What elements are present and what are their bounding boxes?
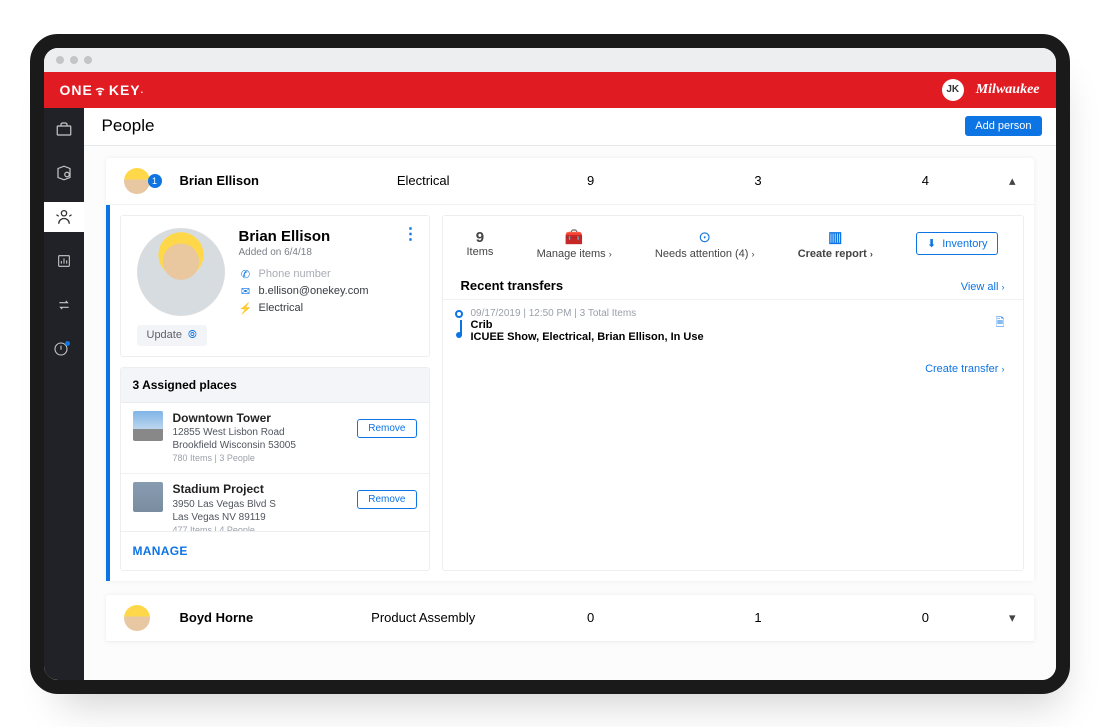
sidebar-item-transfers[interactable]	[44, 290, 84, 320]
place-meta: 477 Items | 4 People	[173, 525, 255, 531]
window-dot	[56, 56, 64, 64]
person-stat-3: 4	[842, 173, 1009, 188]
person-name: Brian Ellison	[180, 173, 340, 188]
window-dot	[84, 56, 92, 64]
person-dept: Electrical	[340, 173, 507, 188]
sidebar-item-alerts[interactable]	[44, 334, 84, 364]
download-icon: ⬇	[927, 237, 936, 250]
avatar	[124, 168, 150, 194]
milwaukee-logo: Milwaukee	[976, 82, 1040, 98]
person-stat-1: 9	[507, 173, 674, 188]
sidebar-item-reports[interactable]	[44, 246, 84, 276]
person-row-header[interactable]: 1 Brian Ellison Electrical 9 3 4 ▴	[106, 158, 1034, 205]
add-person-button[interactable]: Add person	[965, 116, 1041, 136]
transfer-detail: ICUEE Show, Electrical, Brian Ellison, I…	[471, 331, 1005, 343]
profile-email: b.ellison@onekey.com	[259, 285, 369, 297]
manage-places-link[interactable]: MANAGE	[133, 544, 188, 558]
place-thumbnail	[133, 482, 163, 512]
items-label: Items	[467, 246, 494, 258]
collapse-icon[interactable]: ▴	[1009, 173, 1016, 189]
place-name: Stadium Project	[173, 482, 348, 498]
wifi-icon	[94, 84, 106, 96]
place-address-2: Las Vegas NV 89119	[173, 512, 266, 523]
view-all-link[interactable]: View all ›	[961, 281, 1005, 293]
transfer-meta: 09/17/2019 | 12:50 PM | 3 Total Items	[471, 308, 1005, 319]
person-name: Boyd Horne	[180, 610, 340, 625]
place-row: Downtown Tower 12855 West Lisbon Road Br…	[121, 403, 429, 475]
notification-badge: 1	[148, 174, 162, 188]
person-card-expanded: 1 Brian Ellison Electrical 9 3 4 ▴ ⋮	[106, 158, 1034, 581]
needs-attention-link[interactable]: ⊙ Needs attention (4) ›	[655, 228, 755, 260]
remove-place-button[interactable]: Remove	[357, 490, 416, 509]
alert-icon: ⊙	[655, 228, 755, 246]
window-dot	[70, 56, 78, 64]
transfer-name: Crib	[471, 319, 1005, 331]
page-title: People	[102, 116, 155, 136]
briefcase-icon: 🧰	[537, 228, 612, 246]
profile-avatar	[137, 228, 225, 316]
trade-icon: ⚡	[239, 302, 253, 315]
sidebar-item-people[interactable]	[44, 202, 84, 232]
remove-place-button[interactable]: Remove	[357, 419, 416, 438]
inventory-button[interactable]: ⬇Inventory	[916, 232, 998, 255]
person-card-collapsed: Boyd Horne Product Assembly 0 1 0 ▾	[106, 595, 1034, 642]
sidebar-item-places[interactable]	[44, 158, 84, 188]
recent-transfers-heading: Recent transfers	[461, 278, 564, 293]
place-thumbnail	[133, 411, 163, 441]
person-stat-2: 1	[674, 610, 841, 625]
more-menu-icon[interactable]: ⋮	[403, 224, 419, 244]
assigned-places-heading: 3 Assigned places	[121, 368, 429, 403]
place-address-1: 3950 Las Vegas Blvd S	[173, 499, 276, 510]
expand-icon[interactable]: ▾	[1009, 610, 1016, 626]
phone-icon: ✆	[239, 268, 253, 281]
sidebar	[44, 108, 84, 680]
place-address-1: 12855 West Lisbon Road	[173, 427, 285, 438]
place-address-2: Brookfield Wisconsin 53005	[173, 440, 296, 451]
place-meta: 780 Items | 3 People	[173, 453, 255, 463]
create-report-link[interactable]: ▥ Create report ›	[798, 228, 873, 260]
place-name: Downtown Tower	[173, 411, 348, 427]
camera-icon: ⦾	[188, 329, 197, 342]
person-stat-3: 0	[842, 610, 1009, 625]
user-avatar-badge[interactable]: JK	[942, 79, 964, 101]
transfer-row[interactable]: 09/17/2019 | 12:50 PM | 3 Total Items Cr…	[443, 299, 1023, 353]
person-row-header[interactable]: Boyd Horne Product Assembly 0 1 0 ▾	[106, 595, 1034, 642]
avatar	[124, 605, 150, 631]
document-icon[interactable]: 🗎	[996, 314, 1005, 333]
timeline-dot-icon	[455, 310, 463, 318]
place-row: Stadium Project 3950 Las Vegas Blvd S La…	[121, 474, 429, 530]
profile-panel: ⋮ Brian Ellison Added on 6/4/18 ✆ Phone n…	[120, 215, 430, 357]
email-icon: ✉	[239, 285, 253, 298]
page-header: People Add person	[84, 108, 1056, 146]
profile-added-date: Added on 6/4/18	[239, 247, 369, 258]
device-frame: ONE KEY. JK Milwaukee People Add person	[30, 34, 1070, 694]
assigned-places-panel: 3 Assigned places Downtown Tower 12855 W…	[120, 367, 430, 571]
phone-placeholder: Phone number	[259, 268, 331, 280]
manage-items-link[interactable]: 🧰 Manage items ›	[537, 228, 612, 260]
person-stat-1: 0	[507, 610, 674, 625]
onekey-logo: ONE KEY.	[60, 82, 145, 98]
profile-name: Brian Ellison	[239, 228, 369, 245]
report-icon: ▥	[798, 228, 873, 246]
update-button[interactable]: Update⦾	[137, 325, 207, 346]
browser-chrome	[44, 48, 1056, 72]
activity-panel: 9 Items 🧰 Manage items › ⊙	[442, 215, 1024, 571]
person-dept: Product Assembly	[340, 610, 507, 625]
timeline-dot-icon	[456, 332, 462, 338]
sidebar-item-inventory[interactable]	[44, 114, 84, 144]
person-stat-2: 3	[674, 173, 841, 188]
create-transfer-link[interactable]: Create transfer ›	[925, 363, 1004, 375]
items-count: 9	[467, 229, 494, 246]
profile-trade: Electrical	[259, 302, 304, 314]
items-stat: 9 Items	[467, 229, 494, 258]
topbar: ONE KEY. JK Milwaukee	[44, 72, 1056, 108]
